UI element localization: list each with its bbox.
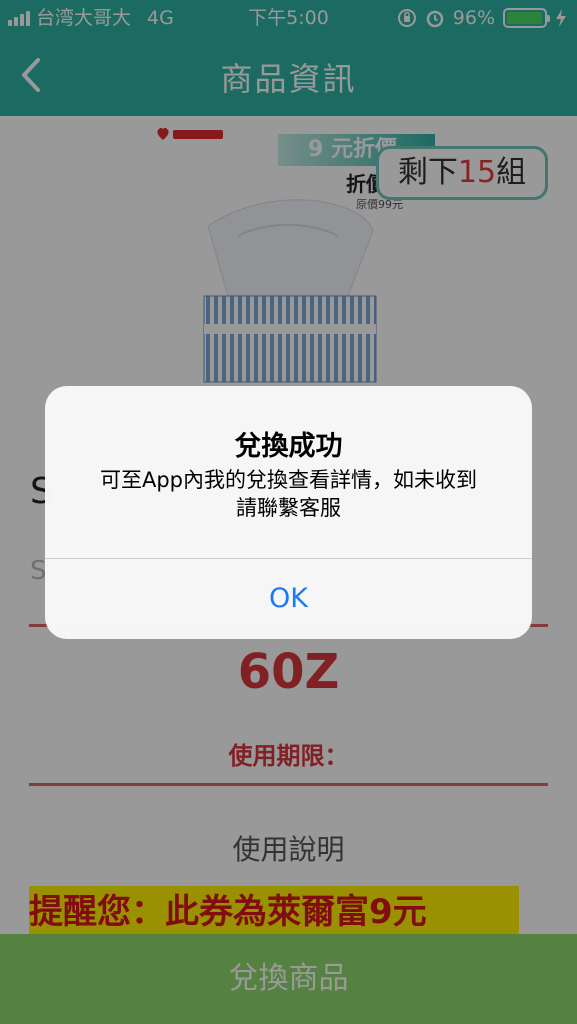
alert-message: 可至App內我的兌換查看詳情，如未收到 請聯繫客服 [69, 466, 508, 522]
alert-message-line-2: 請聯繫客服 [236, 496, 341, 520]
alert-ok-button[interactable]: OK [45, 559, 532, 639]
alert-title: 兌換成功 [234, 431, 343, 462]
alert-message-line-1: 可至App內我的兌換查看詳情，如未收到 [99, 468, 478, 492]
success-alert-dialog: 兌換成功 可至App內我的兌換查看詳情，如未收到 請聯繫客服 OK [45, 386, 532, 639]
